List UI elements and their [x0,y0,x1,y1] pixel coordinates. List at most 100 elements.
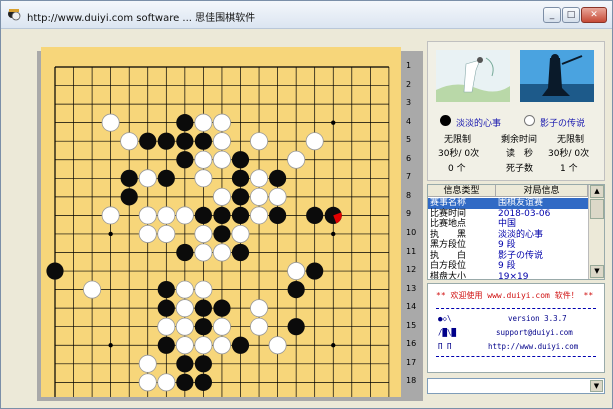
version-text: version 3.3.7 [508,314,567,323]
info-key: 比赛时间 [430,208,467,219]
white-player-avatar [520,50,594,102]
support-email[interactable]: support@duiyi.com [496,328,573,337]
info-row[interactable]: 比赛时间 2018-03-06 [428,209,588,220]
info-key: 白方段位 [430,261,467,271]
minimize-button[interactable]: _ [543,7,561,23]
black-stone [139,132,157,150]
white-stone [194,336,213,355]
info-value: 9 段 [498,261,516,271]
row-number: 9 [406,209,412,219]
row-number: 4 [406,116,412,126]
white-stone [120,132,139,151]
white-stone [212,243,231,262]
white-stone [250,187,269,206]
scroll-down-icon[interactable]: ▼ [590,265,604,278]
white-stone [175,317,194,336]
star-point [331,343,336,348]
info-type-header[interactable]: 信息类型 [428,185,496,197]
close-button[interactable]: ✕ [581,7,607,23]
info-key: 比赛地点 [430,219,467,229]
black-player-name: 淡淡的心事 [456,119,502,129]
chevron-down-icon[interactable]: ▼ [590,380,603,392]
info-row[interactable]: 白方段位 9 段 [428,261,588,272]
row-number: 14 [406,302,417,312]
info-row[interactable]: 执 黑 淡淡的心事 [428,230,588,241]
info-value-header[interactable]: 对局信息 [496,185,588,197]
white-stone [212,317,231,336]
info-row[interactable]: 执 白 影子の传说 [428,251,588,262]
black-stone [120,188,138,206]
row-number: 12 [406,265,417,275]
info-row[interactable]: 黑方段位 9 段 [428,240,588,251]
info-value: 19×19 [498,271,529,280]
bottom-dropdown[interactable]: ▼ [427,378,605,394]
black-stone [194,299,212,317]
white-player-name: 影子の传说 [540,119,586,129]
black-stone-icon [440,115,451,126]
game-info-table[interactable]: 信息类型 对局信息 赛事名称 围棋友谊赛 比赛时间 2018-03-06 比赛地点 中国执… [427,184,605,280]
black-stone [176,114,194,132]
black-player-avatar [436,50,510,102]
white-stone [175,280,194,299]
star-point [331,120,336,125]
info-scrollbar[interactable]: ▲ ▼ [588,185,604,279]
white-stone [157,373,176,392]
logo-line-3: Π Π [438,342,452,351]
white-stone [175,299,194,318]
logo-line-2: /█\█ [438,328,457,337]
app-logo-icon [8,9,21,21]
white-stone [101,113,120,132]
row-number: 10 [406,227,417,237]
white-stone [194,169,213,188]
divider [436,356,596,357]
scroll-up-icon[interactable]: ▲ [590,185,604,198]
row-number: 16 [406,339,417,349]
black-captures: 0 个 [448,164,466,174]
divider [436,308,596,309]
black-stone [287,318,305,336]
white-stone [157,206,176,225]
white-stone [212,113,231,132]
scroll-thumb[interactable] [590,199,604,219]
white-stone [250,206,269,225]
row-number: 11 [406,246,417,256]
go-board[interactable] [41,47,401,397]
info-key: 执 白 [430,250,467,261]
maximize-button[interactable]: □ [562,7,580,23]
website-link[interactable]: http://www.duiyi.com [488,342,578,351]
white-stone [287,262,306,281]
side-panel: 淡淡的心事 影子の传说 无限制 剩余时间 无限制 30秒/ 0次 读 秒 30秒… [427,41,607,401]
row-number: 6 [406,153,412,163]
info-row[interactable]: 赛事名称 围棋友谊赛 [428,198,588,209]
info-value: 中国 [498,219,517,229]
info-key: 赛事名称 [430,198,467,208]
black-stone [231,188,250,206]
black-stone [120,169,138,187]
black-stone [213,225,231,243]
black-stone [231,336,250,354]
white-stone [268,187,287,206]
info-row[interactable]: 比赛地点 中国 [428,219,588,230]
white-stone [194,280,213,299]
white-stone [268,336,287,355]
info-row[interactable]: 棋盘大小 19×19 [428,271,588,280]
star-point [108,343,113,348]
black-stone [157,281,175,299]
white-stone [212,150,231,169]
white-stone [157,317,176,336]
white-stone [138,169,157,188]
row-number: 17 [406,357,417,367]
black-byoyomi: 30秒/ 0次 [438,149,480,159]
client-area: 1 2 3 4 5 6 7 8 9 10 11 12 13 14 15 16 17 18 [3,31,610,407]
black-stone [213,206,231,224]
white-stone [175,206,194,225]
black-stone [157,299,175,317]
white-stone [194,113,213,132]
white-stone [138,224,157,243]
title-bar[interactable]: http://www.duiyi.com software ... 思佳围棋软件… [1,1,612,29]
white-stone [305,132,324,151]
white-stone [250,132,269,151]
white-stone-icon [524,115,535,126]
black-stone [194,206,212,224]
black-stone [176,132,194,150]
